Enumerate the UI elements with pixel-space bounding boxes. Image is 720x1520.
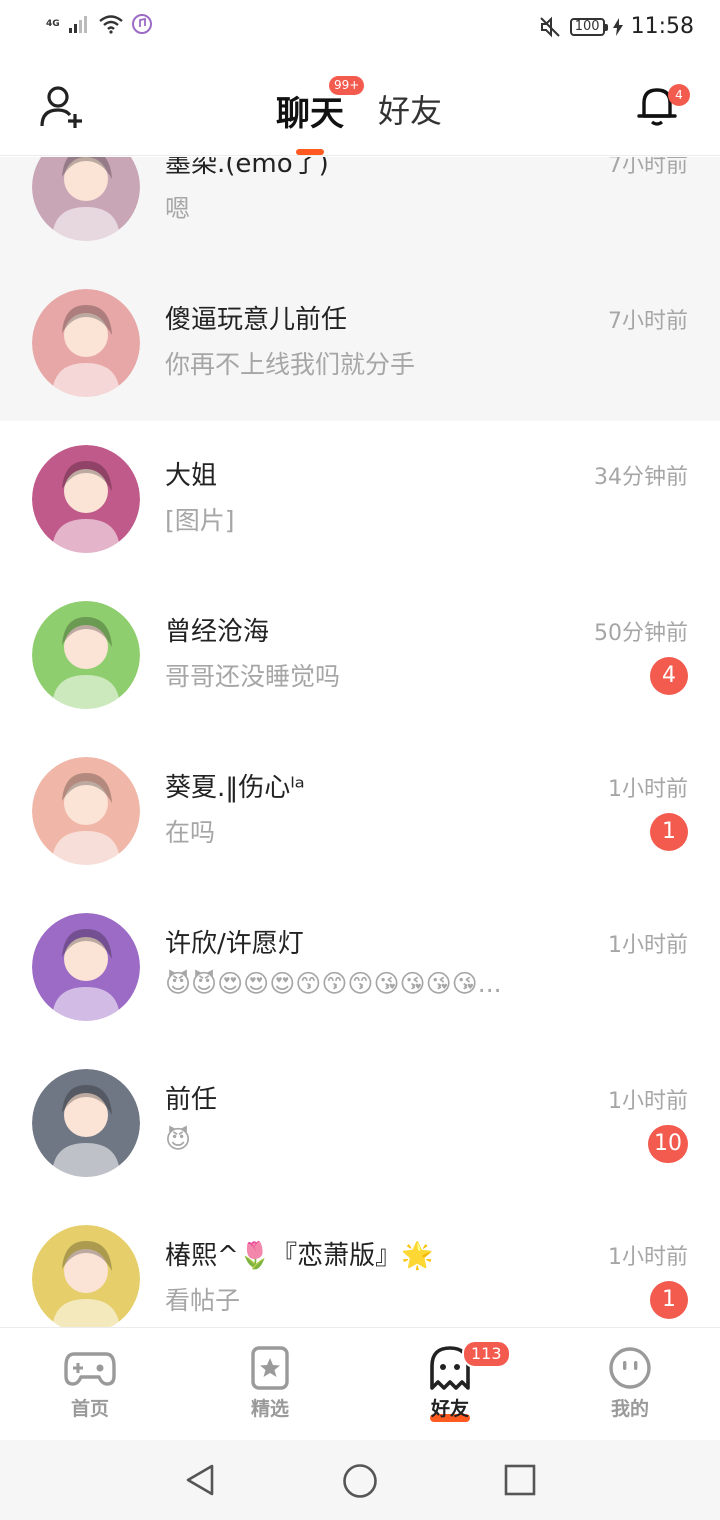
chat-preview: 😈 (165, 1125, 192, 1154)
music-app-icon (131, 14, 152, 34)
mute-icon (540, 16, 560, 37)
chat-preview: 嗯 (165, 194, 191, 223)
chat-list: 墨染.(emo了) 7小时前嗯傻逼玩意儿前任 7小时前 你再不上线我们就分手 大姐 34分… (0, 157, 720, 1327)
chat-time: 34分钟前 (594, 465, 688, 490)
unread-count-badge: 4 (650, 657, 688, 695)
chat-row[interactable]: 傻逼玩意儿前任 7小时前你再不上线我们就分手 (0, 265, 720, 421)
chat-row[interactable]: 曾经沧海 50分钟前哥哥还没睡觉吗 4 (0, 577, 720, 733)
tab-home[interactable]: 首页 (0, 1328, 180, 1441)
unread-count-badge: 1 (650, 1281, 688, 1319)
tab-friends-nav[interactable]: 113 好友 (360, 1328, 540, 1441)
chat-row[interactable]: 前任 1小时前 😈 10 (0, 1045, 720, 1201)
chat-time: 7小时前 (608, 157, 688, 178)
chat-preview: [图片] (165, 506, 235, 535)
system-nav-bar (0, 1440, 720, 1520)
tab-mine-label: 我的 (610, 1398, 649, 1420)
unread-count-badge: 10 (648, 1125, 688, 1163)
chat-name: 傻逼玩意儿前任 (165, 305, 348, 335)
add-friend-icon[interactable] (38, 84, 88, 130)
avatar[interactable] (32, 289, 140, 397)
avatar-image (32, 445, 140, 553)
tab-mine[interactable]: 我的 (540, 1328, 720, 1441)
tab-home-label: 首页 (70, 1398, 109, 1420)
avatar[interactable] (32, 157, 140, 241)
chat-name: 大姐 (165, 461, 218, 491)
network-label: 4G (46, 18, 60, 29)
home-icon[interactable] (341, 1462, 379, 1500)
chat-preview: 哥哥还没睡觉吗 (165, 662, 341, 691)
back-icon[interactable] (182, 1462, 218, 1498)
chat-preview: 😈😈😍😍😍😙😙😙😘😘😘😘... (165, 969, 502, 998)
tab-friends-nav-label: 好友 (430, 1398, 469, 1420)
active-tab-indicator (296, 149, 324, 155)
status-bar: 4G 100 11:58 (0, 0, 720, 56)
tab-friends[interactable]: 好友 (378, 86, 442, 132)
avatar-image (32, 913, 140, 1021)
chat-name: 葵夏.‖伤心ˡᵃ (165, 773, 305, 803)
chat-time: 1小时前 (608, 777, 688, 802)
chat-row[interactable]: 大姐 34分钟前 [图片] (0, 421, 720, 577)
chat-unread-badge: 99+ (329, 76, 365, 95)
chat-preview: 看帖子 (165, 1286, 241, 1315)
avatar-image (32, 157, 140, 241)
face-icon (609, 1347, 651, 1389)
star-bookmark-icon (251, 1346, 289, 1390)
avatar-image (32, 757, 140, 865)
tab-featured-label: 精选 (250, 1398, 289, 1420)
charging-icon (612, 17, 623, 36)
chat-preview: 你再不上线我们就分手 (165, 350, 416, 379)
chat-time: 1小时前 (608, 1245, 688, 1270)
chat-name: 许欣/许愿灯 (165, 929, 304, 959)
cell-signal-icon (68, 16, 87, 33)
status-left: 4G (46, 14, 152, 34)
avatar-image (32, 601, 140, 709)
avatar[interactable] (32, 913, 140, 1021)
recents-icon[interactable] (503, 1463, 537, 1497)
chat-name: 前任 (165, 1085, 218, 1115)
avatar-image (32, 1225, 140, 1327)
chat-preview: 在吗 (165, 818, 216, 847)
chat-time: 7小时前 (608, 309, 688, 334)
friends-badge: 113 (462, 1340, 511, 1368)
avatar-image (32, 289, 140, 397)
unread-count-badge: 1 (650, 813, 688, 851)
avatar[interactable] (32, 601, 140, 709)
chat-row[interactable]: 葵夏.‖伤心ˡᵃ 1小时前在吗 1 (0, 733, 720, 889)
avatar[interactable] (32, 1225, 140, 1327)
chat-time: 1小时前 (608, 1089, 688, 1114)
avatar[interactable] (32, 1069, 140, 1177)
chat-name: 椿熙^🌷『恋萧版』🌟 (165, 1241, 434, 1271)
gamepad-icon (64, 1352, 116, 1386)
avatar[interactable] (32, 445, 140, 553)
bottom-tab-bar: 首页 精选 113 好友 我的 (0, 1327, 720, 1440)
clock: 11:58 (630, 14, 694, 39)
chat-time: 50分钟前 (594, 621, 688, 646)
chat-name: 曾经沧海 (165, 617, 270, 647)
chat-row[interactable]: 许欣/许愿灯 1小时前 😈😈😍😍😍😙😙😙😘😘😘😘... (0, 889, 720, 1045)
avatar-image (32, 1069, 140, 1177)
header: 聊天 99+ 好友 4 (0, 56, 720, 156)
status-right: 100 11:58 (538, 14, 694, 39)
battery-indicator: 100 (569, 17, 608, 36)
chat-row[interactable]: 墨染.(emo了) 7小时前嗯 (0, 157, 720, 265)
chat-time: 1小时前 (608, 933, 688, 958)
notification-badge: 4 (668, 84, 690, 106)
chat-row[interactable]: 椿熙^🌷『恋萧版』🌟 1小时前看帖子 1 (0, 1201, 720, 1327)
wifi-icon (98, 15, 123, 34)
avatar[interactable] (32, 757, 140, 865)
chat-name: 墨染.(emo了) (165, 157, 329, 179)
tab-featured[interactable]: 精选 (180, 1328, 360, 1441)
